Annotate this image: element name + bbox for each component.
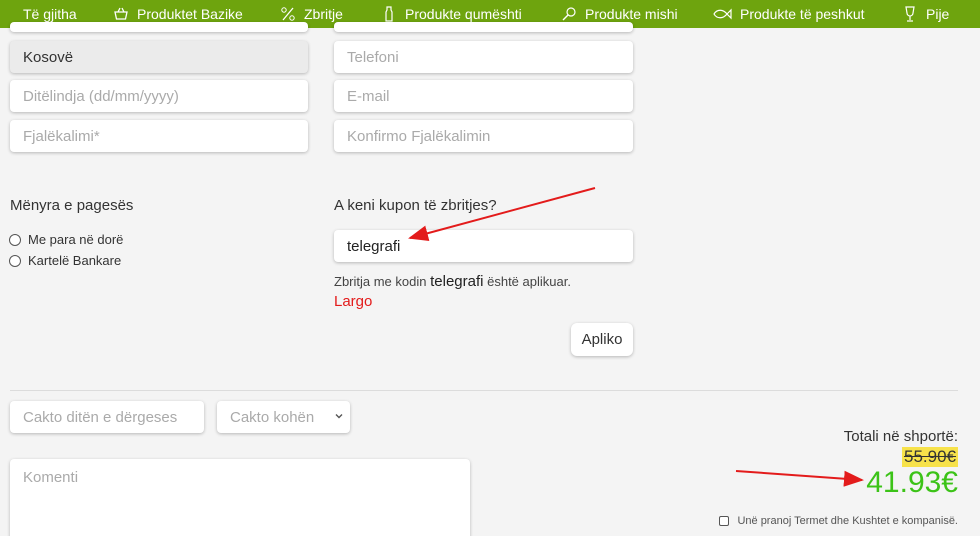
payment-method-title: Mënyra e pagesës — [10, 197, 134, 214]
country-select[interactable]: Kosovë — [10, 41, 308, 73]
payment-option-cash[interactable]: Me para në dorë — [9, 232, 123, 247]
remove-coupon-link[interactable]: Largo — [334, 293, 372, 310]
terms-checkbox[interactable] — [719, 516, 730, 526]
coupon-input[interactable]: telegrafi — [334, 230, 633, 262]
apply-coupon-button[interactable]: Apliko — [571, 323, 633, 356]
drink-icon — [902, 6, 918, 22]
country-value: Kosovë — [23, 48, 74, 66]
delivery-time-placeholder: Cakto kohën — [230, 408, 315, 426]
nav-item-label: Produkte mishi — [585, 6, 678, 22]
cart-total-label: Totali në shportë: — [843, 428, 958, 445]
nav-item-label: Produktet Bazike — [137, 6, 243, 22]
percent-icon — [280, 6, 296, 22]
meat-icon — [561, 6, 577, 22]
old-price: 55.90€ — [902, 447, 958, 467]
field-above-cut[interactable] — [334, 22, 633, 32]
nav-item-fish[interactable]: Produkte të peshkut — [712, 0, 865, 28]
nav-item-label: Pije — [926, 6, 950, 22]
password-field[interactable] — [10, 120, 308, 152]
coupon-note-code: telegrafi — [430, 273, 484, 290]
coupon-note-mid: është aplikuar. — [487, 274, 571, 289]
nav-item-label: Të gjitha — [23, 6, 77, 22]
field-above-cut[interactable] — [10, 22, 308, 32]
delivery-date-field[interactable] — [10, 401, 204, 433]
coupon-value: telegrafi — [347, 237, 401, 255]
annotation-arrow-price — [735, 470, 864, 487]
payment-option-label: Kartelë Bankare — [28, 253, 122, 268]
payment-option-label: Me para në dorë — [28, 232, 124, 247]
birthday-field[interactable] — [10, 80, 308, 112]
nav-item-label: Produkte të peshkut — [740, 6, 865, 22]
phone-field[interactable] — [334, 41, 633, 73]
comment-field[interactable]: Komenti — [10, 459, 470, 536]
radio-button[interactable] — [9, 233, 21, 246]
terms-checkbox-row[interactable]: Unë pranoj Termet dhe Kushtet e kompanis… — [719, 515, 958, 527]
coupon-note-prefix: Zbritja me kodin — [334, 274, 427, 289]
confirm-password-field[interactable] — [334, 120, 633, 152]
payment-option-card[interactable]: Kartelë Bankare — [9, 253, 121, 268]
coupon-applied-note: Zbritja me kodin telegrafi është aplikua… — [334, 272, 594, 312]
nav-item-label: Zbritje — [304, 6, 343, 22]
section-divider — [10, 390, 958, 391]
chevron-down-icon — [334, 411, 344, 421]
comment-placeholder: Komenti — [23, 469, 79, 486]
coupon-title: A keni kupon të zbritjes? — [334, 197, 497, 214]
email-field[interactable] — [334, 80, 633, 112]
nav-item-label: Produkte qumështi — [405, 6, 522, 22]
delivery-time-select[interactable]: Cakto kohën — [217, 401, 350, 433]
fish-icon — [712, 6, 732, 22]
milk-bottle-icon — [381, 6, 397, 22]
nav-item-drinks[interactable]: Pije — [902, 0, 949, 28]
terms-label: Unë pranoj Termet dhe Kushtet e kompanis… — [737, 515, 958, 527]
radio-button[interactable] — [9, 254, 21, 267]
new-price: 41.93€ — [866, 466, 958, 499]
basket-icon — [113, 6, 129, 22]
